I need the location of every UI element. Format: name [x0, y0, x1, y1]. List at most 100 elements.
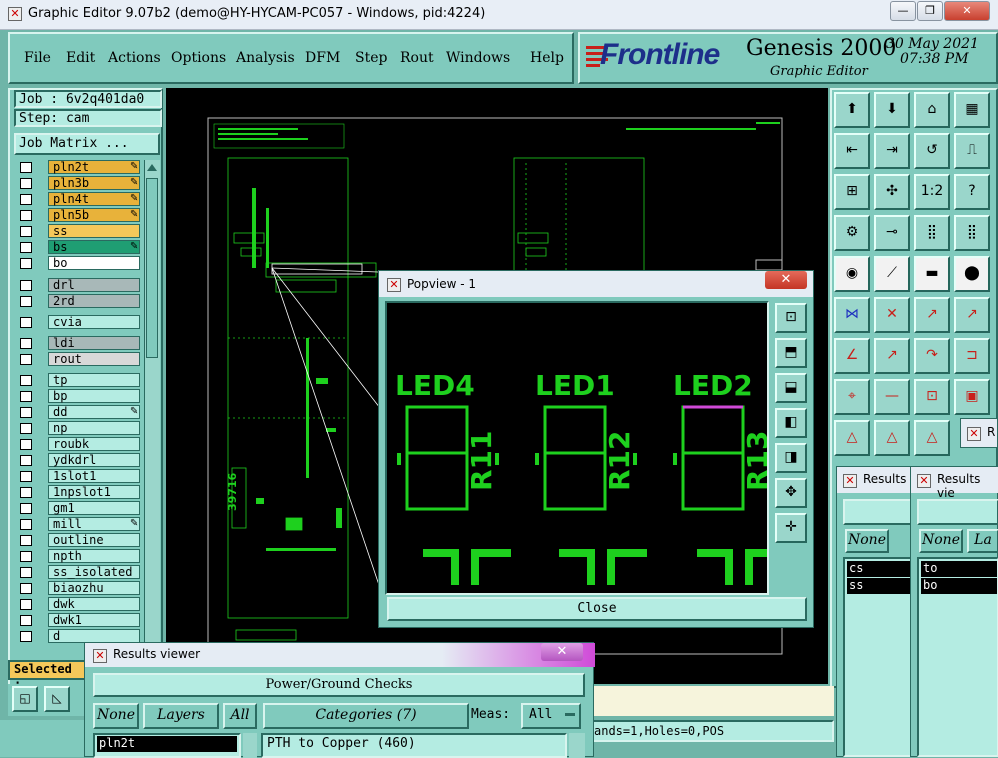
layers-button[interactable]: Layers: [143, 703, 219, 729]
layer-row-biaozhu[interactable]: biaozhu: [14, 581, 140, 596]
layer-checkbox[interactable]: [20, 210, 32, 221]
layer-scrollbar[interactable]: [144, 160, 160, 680]
layer-name[interactable]: mill: [48, 517, 140, 531]
layer-checkbox[interactable]: [20, 242, 32, 253]
node-icon[interactable]: ⋈: [834, 297, 870, 333]
layer-row-outline[interactable]: outline: [14, 533, 140, 548]
layer-checkbox[interactable]: [20, 487, 32, 498]
angle-icon[interactable]: ∠: [834, 338, 870, 374]
pv-pan-up-icon[interactable]: ⬒: [775, 338, 807, 368]
layer-name[interactable]: npth: [48, 549, 140, 563]
layer-row-drl[interactable]: drl: [14, 278, 140, 293]
vector-icon[interactable]: ↗: [874, 338, 910, 374]
minimize-button[interactable]: —: [890, 1, 916, 21]
layer-row-roubk[interactable]: roubk: [14, 437, 140, 452]
layer-checkbox[interactable]: [20, 296, 32, 307]
layer-name[interactable]: np: [48, 421, 140, 435]
layer-row-npth[interactable]: npth: [14, 549, 140, 564]
layer-name[interactable]: bp: [48, 389, 140, 403]
next-icon[interactable]: ⇥: [874, 133, 910, 169]
layer-checkbox[interactable]: [20, 194, 32, 205]
layer-row-ydkdrl[interactable]: ydkdrl: [14, 453, 140, 468]
tri-a-icon[interactable]: △: [834, 420, 870, 456]
feature-a-icon[interactable]: ⣿: [914, 215, 950, 251]
move-down-icon[interactable]: ⬇: [874, 92, 910, 128]
none-button[interactable]: None: [93, 703, 139, 729]
measure-icon[interactable]: ⊡: [914, 379, 950, 415]
layer-row-bo[interactable]: bo: [14, 256, 140, 271]
layer-checkbox[interactable]: [20, 583, 32, 594]
layer-name[interactable]: pln5b: [48, 208, 140, 222]
layer-checkbox[interactable]: [20, 317, 32, 328]
layer-checkbox[interactable]: [20, 439, 32, 450]
measure-icon[interactable]: ◺: [44, 686, 70, 712]
layer-row-bs[interactable]: bs ✎: [14, 240, 140, 255]
layer-checkbox[interactable]: [20, 258, 32, 269]
results-viewer-tab-3[interactable]: ✕ R: [960, 418, 998, 448]
layer-name[interactable]: dwk1: [48, 613, 140, 627]
layer-row-1slot1[interactable]: 1slot1: [14, 469, 140, 484]
layer-name[interactable]: bs: [48, 240, 140, 254]
layer-name[interactable]: ss: [48, 224, 140, 238]
segment-icon[interactable]: —: [874, 379, 910, 415]
layer-row-ss[interactable]: ss: [14, 224, 140, 239]
pv-zoom-in-icon[interactable]: ✥: [775, 478, 807, 508]
side-none-button[interactable]: None: [845, 529, 889, 553]
layer-row-dwk[interactable]: dwk: [14, 597, 140, 612]
layer-row-dwk1[interactable]: dwk1: [14, 613, 140, 628]
scale-icon[interactable]: 1:2: [914, 174, 950, 210]
layer-row-2rd[interactable]: 2rd: [14, 294, 140, 309]
tri-c-icon[interactable]: △: [914, 420, 950, 456]
layer-name[interactable]: outline: [48, 533, 140, 547]
popview-canvas[interactable]: LED4 R11 LED1 R12 LED2 R13: [385, 301, 774, 595]
arc-a-icon[interactable]: ↗: [914, 297, 950, 333]
side-list-item[interactable]: cs: [847, 561, 917, 577]
layer-list-scrollbar[interactable]: [243, 733, 257, 758]
layer-checkbox[interactable]: [20, 354, 32, 365]
scroll-up-icon[interactable]: [147, 164, 157, 171]
job-matrix-button[interactable]: Job Matrix ...: [14, 133, 160, 155]
rotate-icon[interactable]: ↷: [914, 338, 950, 374]
pv-pan-right-icon[interactable]: ◨: [775, 443, 807, 473]
layer-name[interactable]: bo: [48, 256, 140, 270]
layer-checkbox[interactable]: [20, 338, 32, 349]
pv-pan-down-icon[interactable]: ⬓: [775, 373, 807, 403]
layer-checkbox[interactable]: [20, 615, 32, 626]
layer-name[interactable]: rout: [48, 352, 140, 366]
layer-row-bp[interactable]: bp: [14, 389, 140, 404]
layer-checkbox[interactable]: [20, 503, 32, 514]
results-category-item[interactable]: PTH to Copper (460): [267, 736, 416, 751]
menu-edit[interactable]: Edit: [66, 50, 95, 66]
side-layers-button[interactable]: La: [967, 529, 998, 553]
delete-icon[interactable]: ✕: [874, 297, 910, 333]
layer-row-rout[interactable]: rout: [14, 352, 140, 367]
layer-checkbox[interactable]: [20, 375, 32, 386]
layer-name[interactable]: ss_isolated: [48, 565, 140, 579]
menu-windows[interactable]: Windows: [446, 50, 510, 66]
results-viewer-close-x[interactable]: ✕: [541, 643, 583, 661]
move-up-icon[interactable]: ⬆: [834, 92, 870, 128]
layer-name[interactable]: ydkdrl: [48, 453, 140, 467]
layer-checkbox[interactable]: [20, 471, 32, 482]
mirror-icon[interactable]: ⊐: [954, 338, 990, 374]
layer-name[interactable]: d: [48, 629, 140, 643]
layer-checkbox[interactable]: [20, 631, 32, 642]
layer-checkbox[interactable]: [20, 455, 32, 466]
layer-checkbox[interactable]: [20, 391, 32, 402]
layer-checkbox[interactable]: [20, 599, 32, 610]
layer-checkbox[interactable]: [20, 519, 32, 530]
menu-options[interactable]: Options: [171, 50, 226, 66]
zoom-box-icon[interactable]: ⊞: [834, 174, 870, 210]
layer-row-ss_isolated[interactable]: ss_isolated: [14, 565, 140, 580]
side-list-item[interactable]: bo: [921, 578, 997, 594]
side-list-item[interactable]: ss: [847, 578, 917, 594]
layer-row-tp[interactable]: tp: [14, 373, 140, 388]
menu-analysis[interactable]: Analysis: [236, 50, 295, 66]
settings-icon[interactable]: ⚙: [834, 215, 870, 251]
undo-icon[interactable]: ↺: [914, 133, 950, 169]
layer-name[interactable]: 1slot1: [48, 469, 140, 483]
feature-b-icon[interactable]: ⣿: [954, 215, 990, 251]
layer-name[interactable]: drl: [48, 278, 140, 292]
layer-name[interactable]: pln2t: [48, 160, 140, 174]
layer-row-dd[interactable]: dd ✎: [14, 405, 140, 420]
